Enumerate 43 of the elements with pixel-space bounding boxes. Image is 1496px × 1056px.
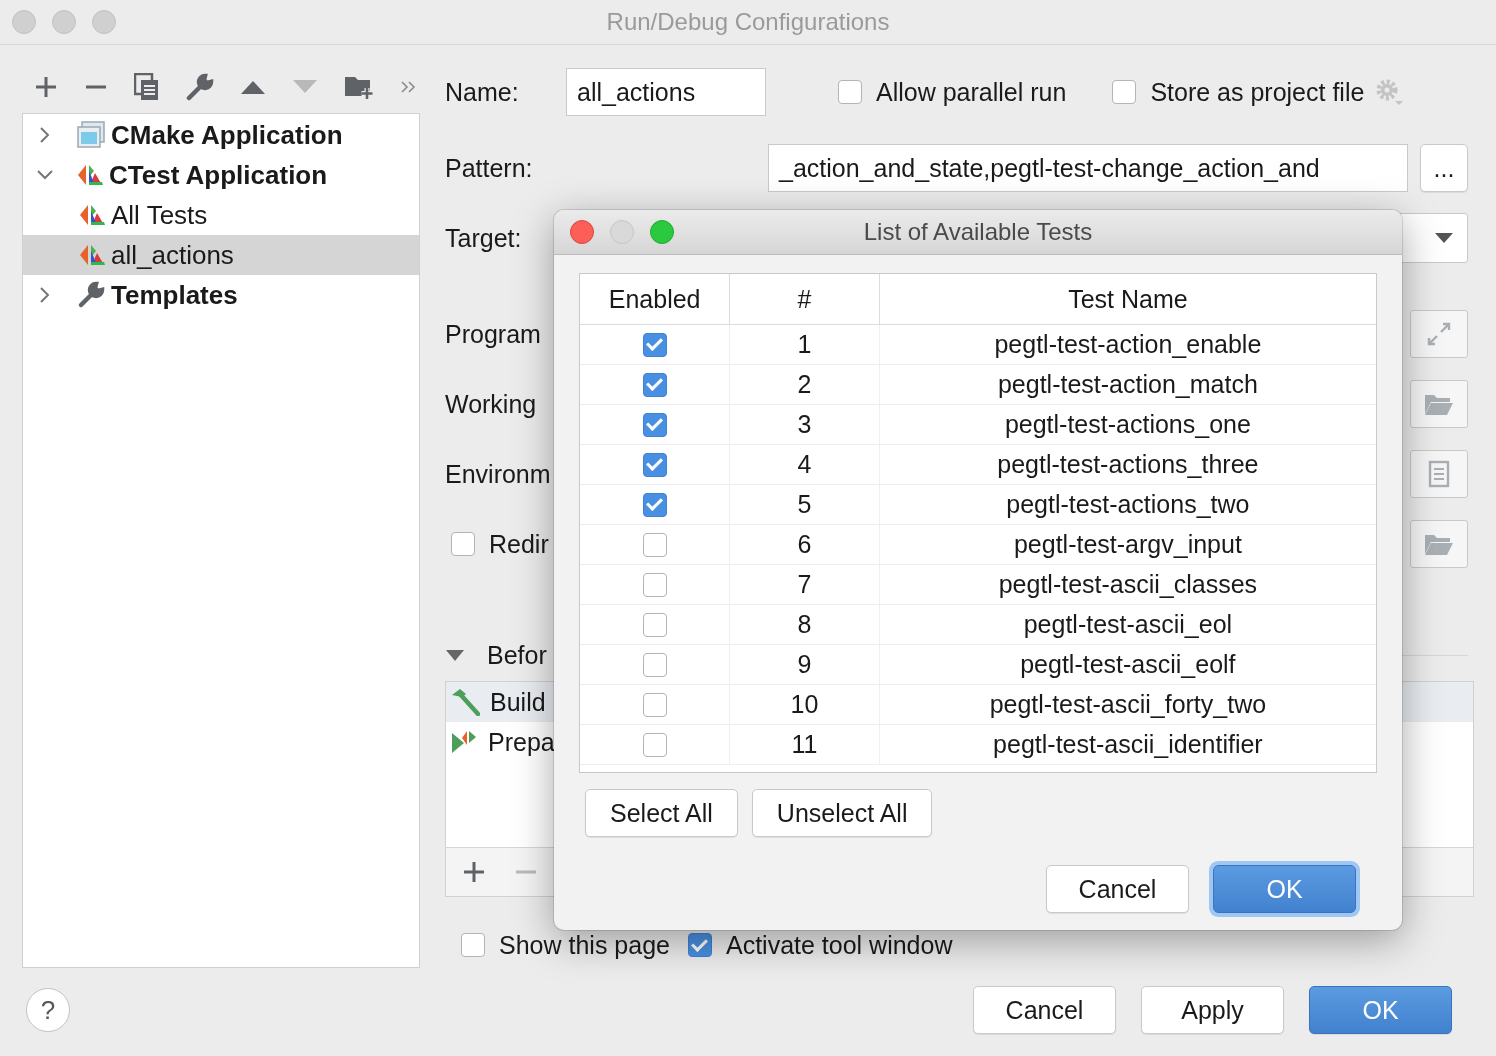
section-title: Befor xyxy=(487,640,547,670)
task-label: Build xyxy=(490,687,546,717)
table-cell: 2 xyxy=(729,364,880,405)
table-cell: pegtl-test-actions_one xyxy=(879,404,1376,445)
field-label: Working xyxy=(445,389,537,418)
tree-item-label: Templates xyxy=(111,279,238,311)
tree-item-label: all_actions xyxy=(111,239,234,271)
table-cell: 1 xyxy=(729,324,880,365)
checkbox-label: Activate tool window xyxy=(725,930,953,960)
checkbox-label: Store as project file xyxy=(1150,77,1365,107)
table-cell: 3 xyxy=(729,404,880,445)
field-label: Environm xyxy=(445,459,551,488)
checkbox-label: Allow parallel run xyxy=(876,77,1067,107)
checkbox-label: Redir xyxy=(489,529,549,559)
table-cell: pegtl-test-ascii_forty_two xyxy=(879,684,1376,725)
table-cell: 6 xyxy=(729,524,880,565)
field-label: Target: xyxy=(445,223,522,252)
tree-item-label: All Tests xyxy=(111,199,208,231)
table-cell: pegtl-test-argv_input xyxy=(879,524,1376,565)
table-cell: pegtl-test-ascii_classes xyxy=(879,564,1376,605)
tree-item-label: CMake Application xyxy=(111,119,343,151)
table-cell: pegtl-test-action_enable xyxy=(879,324,1376,365)
checkbox-label: Show this page xyxy=(499,930,670,960)
table-cell: pegtl-test-ascii_eol xyxy=(879,604,1376,645)
table-cell: pegtl-test-ascii_identifier xyxy=(879,724,1376,765)
table-cell: 7 xyxy=(729,564,880,605)
tree-item-label: CTest Application xyxy=(109,159,328,191)
table-cell: 5 xyxy=(729,484,880,525)
table-cell: pegtl-test-action_match xyxy=(879,364,1376,405)
task-label: Prepa xyxy=(488,727,555,757)
table-cell: 8 xyxy=(729,604,880,645)
field-label: Program xyxy=(445,319,541,348)
table-cell: 11 xyxy=(729,724,880,765)
field-label: Name: xyxy=(445,77,519,106)
window-title: Run/Debug Configurations xyxy=(606,8,890,35)
table-cell: 4 xyxy=(729,444,880,485)
table-cell: pegtl-test-actions_two xyxy=(879,484,1376,525)
table-cell: pegtl-test-ascii_eolf xyxy=(879,644,1376,685)
dialog-title: List of Available Tests xyxy=(863,218,1093,245)
table-cell: pegtl-test-actions_three xyxy=(879,444,1376,485)
table-cell: 9 xyxy=(729,644,880,685)
field-label: Pattern: xyxy=(445,153,533,182)
table-cell: 10 xyxy=(729,684,880,725)
